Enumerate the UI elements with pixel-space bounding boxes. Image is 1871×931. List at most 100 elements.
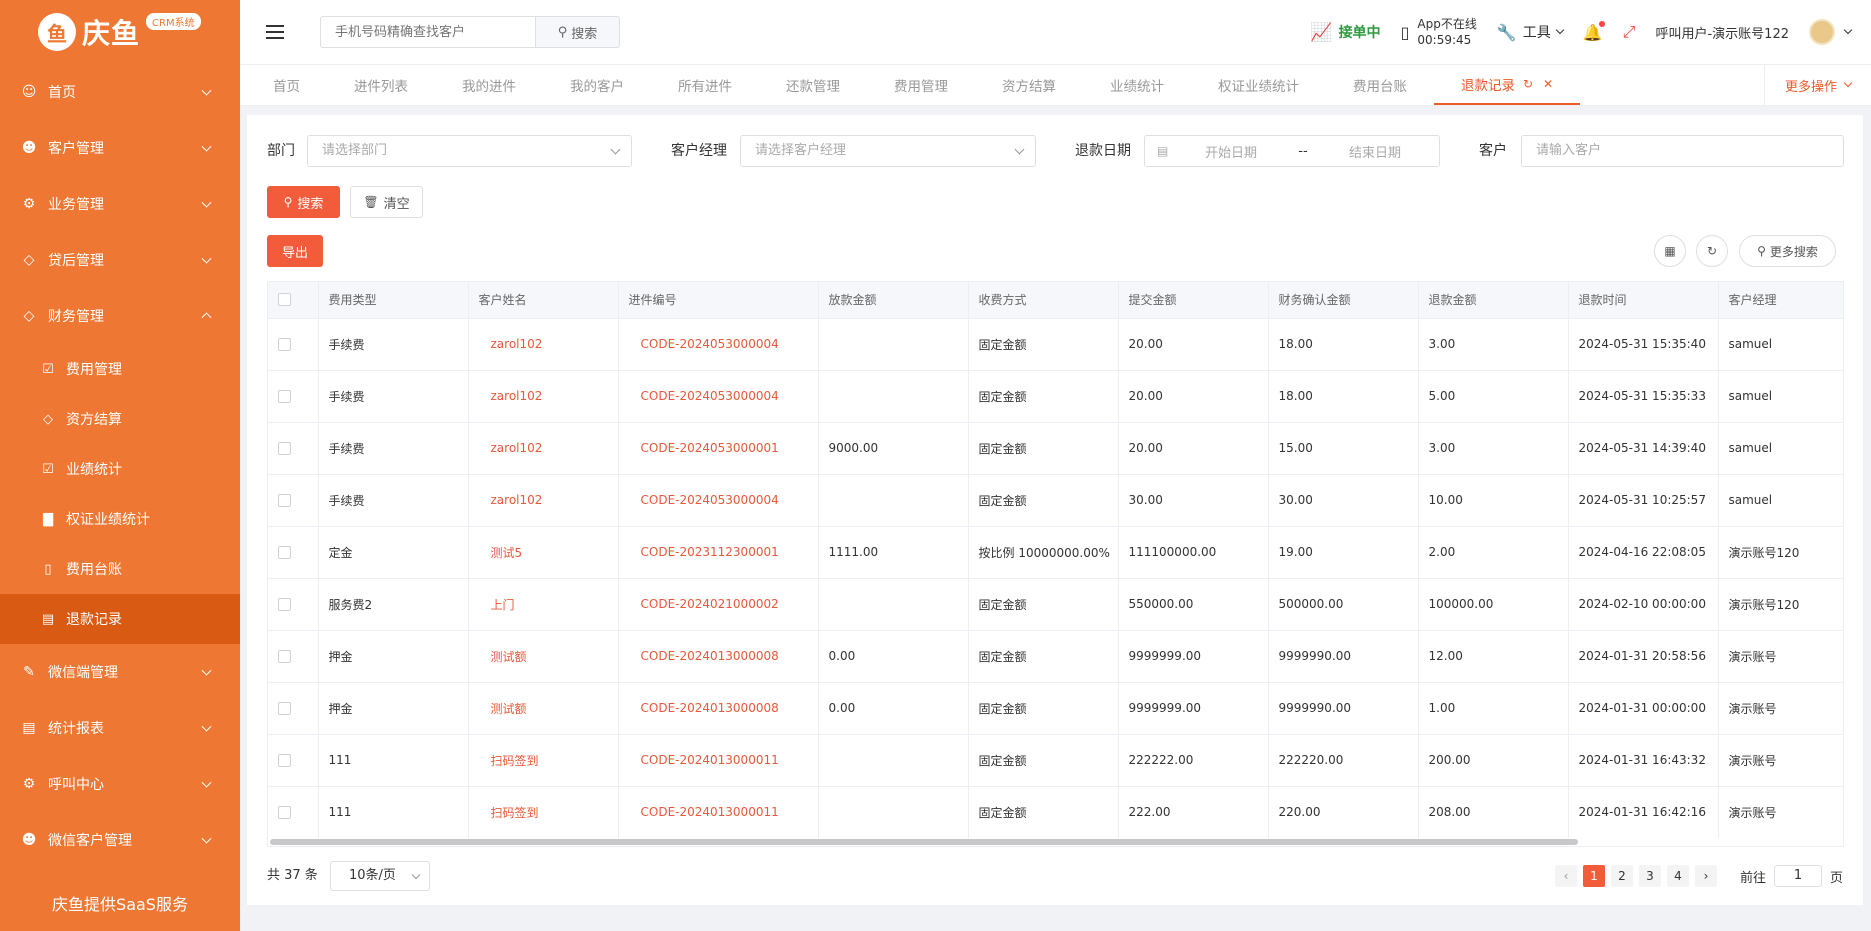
refund-date-label: 退款日期 bbox=[1075, 143, 1131, 159]
customer-name-link[interactable]: zarol102 bbox=[468, 318, 619, 371]
sidebar-subitem-2[interactable]: ☑ 业绩统计 bbox=[0, 444, 240, 494]
horizontal-scrollbar[interactable] bbox=[268, 838, 1843, 846]
prev-page-button[interactable]: ‹ bbox=[1555, 865, 1577, 887]
column-settings-button[interactable]: ▦ bbox=[1654, 235, 1686, 267]
tab-list: 首页 进件列表 我的进件 我的客户 所有进件 还款管理 费用管理 资方结算 业绩统计 权证业绩统计… bbox=[240, 65, 1581, 105]
notifications[interactable]: 🔔 bbox=[1583, 20, 1605, 42]
customer-name-link[interactable]: 扫码签到 bbox=[468, 786, 619, 839]
customer-name-link[interactable]: 测试5 bbox=[468, 526, 619, 579]
goto-page-input[interactable]: 1 bbox=[1773, 865, 1822, 887]
table-cell: 演示账号120 bbox=[1718, 578, 1843, 631]
header-search-button[interactable]: ⚲ 搜索 bbox=[535, 16, 620, 48]
taking-orders-toggle[interactable]: 📈 接单中 bbox=[1310, 22, 1380, 43]
tab-10[interactable]: 费用台账 bbox=[1326, 65, 1434, 105]
sidebar-item-6[interactable]: ▤ 统计报表 bbox=[0, 700, 240, 756]
sidebar-item-1[interactable]: ☻ 客户管理 bbox=[0, 120, 240, 176]
sidebar-subitem-0[interactable]: ☑ 费用管理 bbox=[0, 344, 240, 394]
row-checkbox[interactable] bbox=[268, 474, 319, 527]
sidebar-item-3[interactable]: ◇ 贷后管理 bbox=[0, 232, 240, 288]
tab-11[interactable]: 退款记录 ↻ ✕ bbox=[1434, 65, 1581, 105]
tab-2[interactable]: 我的进件 bbox=[435, 65, 543, 105]
customer-name-link[interactable]: 测试额 bbox=[468, 630, 619, 683]
column-header: 放款金额 bbox=[818, 282, 969, 319]
tools-menu[interactable]: 🔧 工具 bbox=[1497, 22, 1564, 42]
table-cell: 3.00 bbox=[1418, 318, 1569, 371]
page-button[interactable]: 4 bbox=[1667, 865, 1689, 887]
clear-button[interactable]: 🗑 清空 bbox=[350, 186, 423, 218]
column-header: 退款时间 bbox=[1568, 282, 1719, 319]
application-code-link[interactable]: CODE-2024013000011 bbox=[618, 786, 819, 839]
application-code-link[interactable]: CODE-2024013000008 bbox=[618, 682, 819, 735]
row-checkbox[interactable] bbox=[268, 318, 319, 371]
end-date-input[interactable]: 结束日期 bbox=[1313, 142, 1437, 161]
row-checkbox[interactable] bbox=[268, 682, 319, 735]
menu-toggle-icon[interactable] bbox=[266, 25, 284, 39]
customer-name-link[interactable]: zarol102 bbox=[468, 474, 619, 527]
tab-1[interactable]: 进件列表 bbox=[327, 65, 435, 105]
chevron-down-icon bbox=[1843, 25, 1853, 35]
row-checkbox[interactable] bbox=[268, 786, 319, 839]
row-checkbox[interactable] bbox=[268, 578, 319, 631]
application-code-link[interactable]: CODE-2024013000008 bbox=[618, 630, 819, 683]
row-checkbox[interactable] bbox=[268, 422, 319, 475]
search-button[interactable]: ⚲ 搜索 bbox=[267, 186, 340, 218]
page-button[interactable]: 2 bbox=[1611, 865, 1633, 887]
customer-name-link[interactable]: zarol102 bbox=[468, 422, 619, 475]
tab-4[interactable]: 所有进件 bbox=[651, 65, 759, 105]
manager-select[interactable]: 请选择客户经理 bbox=[740, 135, 1036, 167]
sidebar-item-4[interactable]: ◇ 财务管理 bbox=[0, 288, 240, 344]
department-select[interactable]: 请选择部门 bbox=[307, 135, 632, 167]
start-date-input[interactable]: 开始日期 bbox=[1169, 142, 1293, 161]
application-code-link[interactable]: CODE-2024053000001 bbox=[618, 422, 819, 475]
tab-6[interactable]: 费用管理 bbox=[867, 65, 975, 105]
refund-date-range[interactable]: ▤ 开始日期 -- 结束日期 bbox=[1144, 135, 1440, 167]
tab-8[interactable]: 业绩统计 bbox=[1083, 65, 1191, 105]
row-checkbox[interactable] bbox=[268, 734, 319, 787]
page-button[interactable]: 3 bbox=[1639, 865, 1661, 887]
customer-name-link[interactable]: 扫码签到 bbox=[468, 734, 619, 787]
table-row: 服务费2 上门 CODE-2024021000002 固定金额 550000.00 500… bbox=[268, 578, 1843, 631]
application-code-link[interactable]: CODE-2024021000002 bbox=[618, 578, 819, 631]
customer-name-link[interactable]: 测试额 bbox=[468, 682, 619, 735]
sidebar-item-7[interactable]: ⚙ 呼叫中心 bbox=[0, 756, 240, 812]
next-page-button[interactable]: › bbox=[1695, 865, 1717, 887]
row-checkbox[interactable] bbox=[268, 630, 319, 683]
customer-input[interactable]: 请输入客户 bbox=[1521, 135, 1844, 167]
page-button[interactable]: 1 bbox=[1583, 865, 1605, 887]
refresh-icon[interactable]: ↻ bbox=[1523, 77, 1533, 91]
customer-name-link[interactable]: zarol102 bbox=[468, 370, 619, 423]
tab-3[interactable]: 我的客户 bbox=[543, 65, 651, 105]
user-menu[interactable]: 呼叫用户-演示账号122 bbox=[1655, 23, 1789, 42]
row-checkbox[interactable] bbox=[268, 370, 319, 423]
sidebar-item-5[interactable]: ✎ 微信端管理 bbox=[0, 644, 240, 700]
application-code-link[interactable]: CODE-2023112300001 bbox=[618, 526, 819, 579]
sidebar-item-2[interactable]: ⚙ 业务管理 bbox=[0, 176, 240, 232]
sidebar-subitem-1[interactable]: ◇ 资方结算 bbox=[0, 394, 240, 444]
tab-5[interactable]: 还款管理 bbox=[759, 65, 867, 105]
page-size-select[interactable]: 10条/页 bbox=[330, 861, 430, 891]
tab-0[interactable]: 首页 bbox=[240, 65, 327, 105]
more-search-button[interactable]: ⚲ 更多搜索 bbox=[1739, 235, 1836, 267]
phone-search-input[interactable] bbox=[320, 16, 535, 48]
application-code-link[interactable]: CODE-2024053000004 bbox=[618, 370, 819, 423]
refresh-button[interactable]: ↻ bbox=[1696, 235, 1728, 267]
sidebar-subitem-5[interactable]: ▤ 退款记录 bbox=[0, 594, 240, 644]
application-code-link[interactable]: CODE-2024013000011 bbox=[618, 734, 819, 787]
avatar-menu[interactable] bbox=[1809, 19, 1853, 45]
sidebar-item-8[interactable]: ☻ 微信客户管理 bbox=[0, 812, 240, 868]
close-icon[interactable]: ✕ bbox=[1543, 77, 1553, 91]
fullscreen-toggle[interactable]: ⤢ bbox=[1623, 22, 1636, 42]
export-button[interactable]: 导出 bbox=[267, 235, 323, 267]
tab-7[interactable]: 资方结算 bbox=[975, 65, 1083, 105]
sidebar-subitem-3[interactable]: ▇ 权证业绩统计 bbox=[0, 494, 240, 544]
select-all-checkbox[interactable] bbox=[268, 282, 319, 319]
sidebar-subitem-4[interactable]: ▯ 费用台账 bbox=[0, 544, 240, 594]
application-code-link[interactable]: CODE-2024053000004 bbox=[618, 474, 819, 527]
tab-9[interactable]: 权证业绩统计 bbox=[1191, 65, 1326, 105]
table-cell: 15.00 bbox=[1268, 422, 1419, 475]
customer-name-link[interactable]: 上门 bbox=[468, 578, 619, 631]
row-checkbox[interactable] bbox=[268, 526, 319, 579]
more-operations-button[interactable]: 更多操作 bbox=[1763, 65, 1871, 105]
sidebar-item-0[interactable]: ☺ 首页 bbox=[0, 64, 240, 120]
application-code-link[interactable]: CODE-2024053000004 bbox=[618, 318, 819, 371]
